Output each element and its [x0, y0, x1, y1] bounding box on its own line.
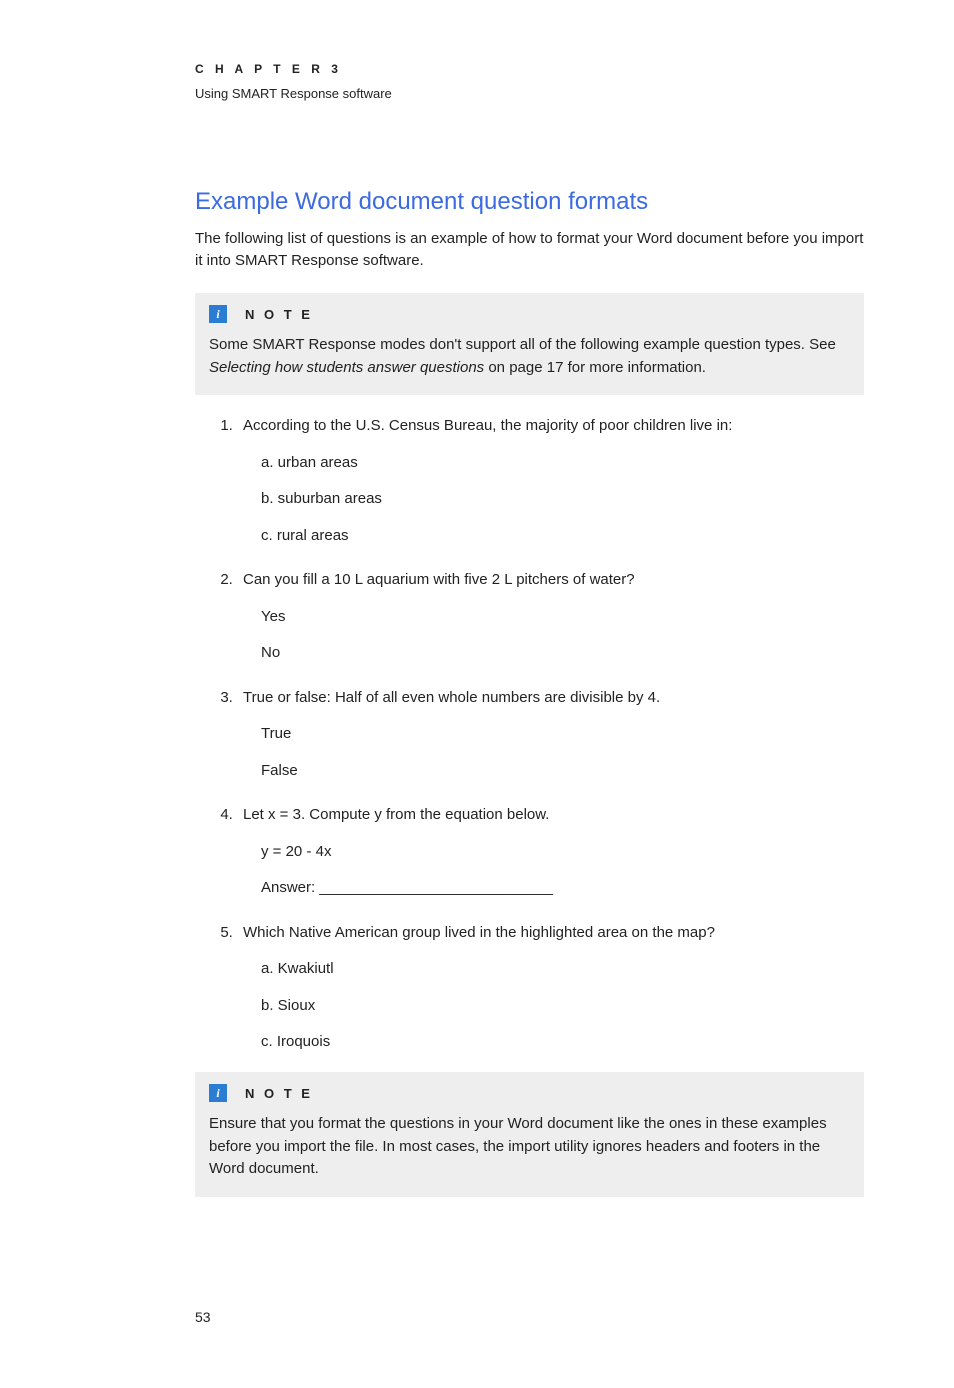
list-item: Let x = 3. Compute y from the equation b…	[237, 804, 864, 900]
question-option: a. Kwakiutl	[261, 958, 864, 981]
note-box-2: i N O T E Ensure that you format the que…	[195, 1072, 864, 1197]
page-number: 53	[195, 1307, 864, 1328]
note-text-post: on page 17 for more information.	[484, 359, 706, 376]
question-text: Can you fill a 10 L aquarium with five 2…	[243, 569, 864, 592]
question-text: Let x = 3. Compute y from the equation b…	[243, 804, 864, 827]
list-item: True or false: Half of all even whole nu…	[237, 687, 864, 783]
question-text: Which Native American group lived in the…	[243, 922, 864, 945]
question-text: True or false: Half of all even whole nu…	[243, 687, 864, 710]
question-option: No	[261, 642, 864, 665]
note-body: Ensure that you format the questions in …	[209, 1113, 850, 1181]
intro-paragraph: The following list of questions is an ex…	[195, 228, 864, 273]
note-label: N O T E	[245, 305, 313, 325]
info-icon: i	[209, 305, 227, 323]
question-option: b. suburban areas	[261, 488, 864, 511]
list-item: Can you fill a 10 L aquarium with five 2…	[237, 569, 864, 665]
question-option: b. Sioux	[261, 995, 864, 1018]
note-body: Some SMART Response modes don't support …	[209, 334, 850, 379]
question-option: a. urban areas	[261, 452, 864, 475]
question-option: c. Iroquois	[261, 1031, 864, 1054]
question-text: According to the U.S. Census Bureau, the…	[243, 415, 864, 438]
note-label: N O T E	[245, 1084, 313, 1104]
note-header: i N O T E	[209, 305, 850, 325]
chapter-subtitle: Using SMART Response software	[195, 84, 864, 104]
note-header: i N O T E	[209, 1084, 850, 1104]
list-item: According to the U.S. Census Bureau, the…	[237, 415, 864, 547]
note-box-1: i N O T E Some SMART Response modes don'…	[195, 293, 864, 396]
question-option: True	[261, 723, 864, 746]
question-option: Answer: ____________________________	[261, 877, 864, 900]
list-item: Which Native American group lived in the…	[237, 922, 864, 1054]
question-option: Yes	[261, 606, 864, 629]
question-option: False	[261, 760, 864, 783]
page-title: Example Word document question formats	[195, 184, 864, 220]
info-icon: i	[209, 1084, 227, 1102]
question-option: c. rural areas	[261, 525, 864, 548]
chapter-label: C H A P T E R 3	[195, 60, 864, 78]
note-text-pre: Some SMART Response modes don't support …	[209, 336, 836, 353]
question-list: According to the U.S. Census Bureau, the…	[195, 415, 864, 1054]
note-text-italic: Selecting how students answer questions	[209, 359, 484, 376]
question-option: y = 20 - 4x	[261, 841, 864, 864]
